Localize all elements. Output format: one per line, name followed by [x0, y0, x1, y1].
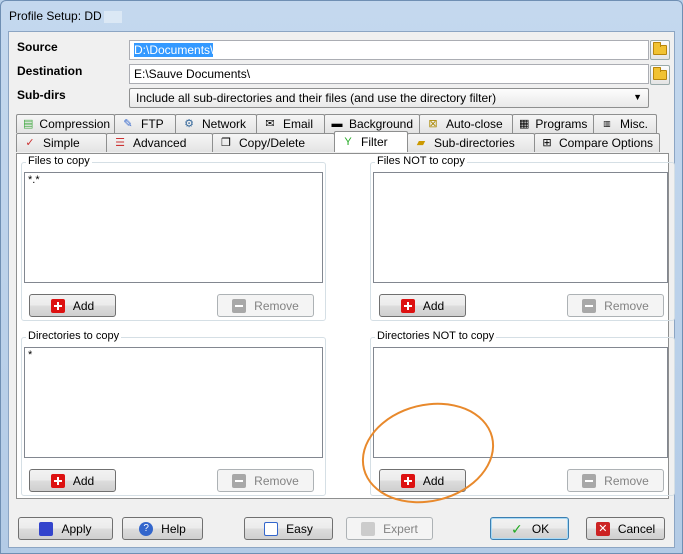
ok-button[interactable]: ✓ OK [490, 517, 569, 540]
cancel-icon: ✕ [595, 521, 610, 536]
tab-network[interactable]: ⚙ Network [175, 114, 257, 133]
auto-close-icon: ⊠ [428, 118, 438, 130]
programs-icon: ▦ [519, 118, 530, 130]
files-to-copy-remove-button[interactable]: Remove [217, 294, 314, 317]
files-to-copy-list[interactable]: *.* [24, 172, 323, 283]
destination-label: Destination [17, 64, 83, 78]
copy-delete-icon: ❐ [221, 137, 231, 149]
dirs-not-to-copy-add-button[interactable]: Add [379, 469, 466, 492]
tab-compression[interactable]: ▤ Compression [16, 114, 115, 133]
add-icon [400, 473, 415, 488]
check-icon: ✓ [510, 520, 523, 537]
dirs-not-to-copy-list[interactable] [373, 347, 668, 458]
dirs-to-copy-remove-button[interactable]: Remove [217, 469, 314, 492]
files-not-to-copy-group: Files NOT to copy Add Remove [370, 155, 675, 321]
remove-icon [582, 473, 597, 488]
group-title: Directories to copy [26, 330, 122, 342]
group-title: Files NOT to copy [375, 155, 467, 167]
network-icon: ⚙ [184, 118, 194, 130]
add-icon [400, 298, 415, 313]
dropdown-arrow-icon: ▼ [633, 92, 642, 102]
files-not-to-copy-remove-button[interactable]: Remove [567, 294, 664, 317]
filter-icon: Y [344, 136, 352, 148]
sub-directories-icon: ▰ [416, 137, 426, 149]
email-icon: ✉ [265, 118, 275, 130]
footer-bar: Apply ? Help Easy Expert ✓ OK ✕ Cancel [9, 502, 674, 548]
compare-options-icon: ⊞ [542, 137, 552, 149]
title-bar: Profile Setup: DD [1, 1, 682, 31]
files-to-copy-group: Files to copy *.* Add Remove [21, 155, 326, 321]
profile-setup-window: Profile Setup: DD Source D:\Documents\ D… [0, 0, 683, 554]
add-icon [50, 473, 65, 488]
list-item[interactable]: * [28, 349, 319, 361]
misc-icon: ▥ [603, 119, 611, 128]
folder-icon [653, 42, 667, 55]
remove-icon [582, 298, 597, 313]
source-value: D:\Documents\ [134, 43, 214, 57]
help-icon: ? [139, 521, 154, 536]
tab-auto-close[interactable]: ⊠ Auto-close [419, 114, 513, 133]
easy-icon [264, 521, 279, 536]
apply-button[interactable]: Apply [18, 517, 113, 540]
tab-advanced[interactable]: ☰ Advanced [106, 133, 213, 152]
source-label: Source [17, 40, 58, 54]
tab-row-2: ✓ Simple ☰ Advanced ❐ Copy/Delete Y Filter ▰… [16, 131, 660, 152]
tab-compare-options[interactable]: ⊞ Compare Options [534, 133, 660, 152]
tab-ftp[interactable]: ✎ FTP [114, 114, 176, 133]
dirs-not-to-copy-remove-button[interactable]: Remove [567, 469, 664, 492]
files-not-to-copy-list[interactable] [373, 172, 668, 283]
tab-sub-directories[interactable]: ▰ Sub-directories [407, 133, 535, 152]
remove-icon [232, 473, 247, 488]
subdirs-selected: Include all sub-directories and their fi… [136, 91, 497, 105]
tab-programs[interactable]: ▦ Programs [512, 114, 594, 133]
remove-icon [232, 298, 247, 313]
tab-filter[interactable]: Y Filter [334, 131, 408, 152]
compression-icon: ▤ [23, 118, 34, 130]
dialog-client: Source D:\Documents\ Destination E:\Sauv… [8, 31, 675, 548]
dirs-not-to-copy-group: Directories NOT to copy Add Remove [370, 330, 675, 496]
easy-button[interactable]: Easy [244, 517, 333, 540]
files-not-to-copy-add-button[interactable]: Add [379, 294, 466, 317]
group-title: Directories NOT to copy [375, 330, 497, 342]
save-icon [39, 521, 54, 536]
subdirs-select[interactable]: Include all sub-directories and their fi… [129, 88, 649, 108]
cancel-button[interactable]: ✕ Cancel [586, 517, 665, 540]
destination-browse-button[interactable] [650, 65, 670, 85]
simple-icon: ✓ [25, 137, 35, 149]
list-item[interactable]: *.* [28, 174, 319, 186]
dirs-to-copy-group: Directories to copy * Add Remove [21, 330, 326, 496]
window-title: Profile Setup: DD [9, 9, 102, 23]
tab-email[interactable]: ✉ Email [256, 114, 325, 133]
title-redaction [103, 10, 122, 23]
destination-value: E:\Sauve Documents\ [134, 67, 251, 81]
advanced-icon: ☰ [115, 137, 125, 149]
group-title: Files to copy [26, 155, 92, 167]
dirs-to-copy-list[interactable]: * [24, 347, 323, 458]
tab-simple[interactable]: ✓ Simple [16, 133, 107, 152]
subdirs-label: Sub-dirs [17, 88, 66, 102]
source-browse-button[interactable] [650, 40, 670, 60]
source-field[interactable]: D:\Documents\ [129, 40, 649, 60]
dirs-to-copy-add-button[interactable]: Add [29, 469, 116, 492]
background-icon: ▬ [331, 118, 343, 130]
files-to-copy-add-button[interactable]: Add [29, 294, 116, 317]
expert-icon [361, 521, 376, 536]
ftp-icon: ✎ [123, 118, 133, 130]
tab-copy-delete[interactable]: ❐ Copy/Delete [212, 133, 335, 152]
destination-field[interactable]: E:\Sauve Documents\ [129, 64, 649, 84]
folder-icon [653, 67, 667, 80]
add-icon [50, 298, 65, 313]
help-button[interactable]: ? Help [122, 517, 203, 540]
filter-tab-pane: Files to copy *.* Add Remove Files NOT t… [16, 153, 675, 499]
expert-button[interactable]: Expert [346, 517, 433, 540]
tab-misc[interactable]: ▥ Misc. [593, 114, 657, 133]
